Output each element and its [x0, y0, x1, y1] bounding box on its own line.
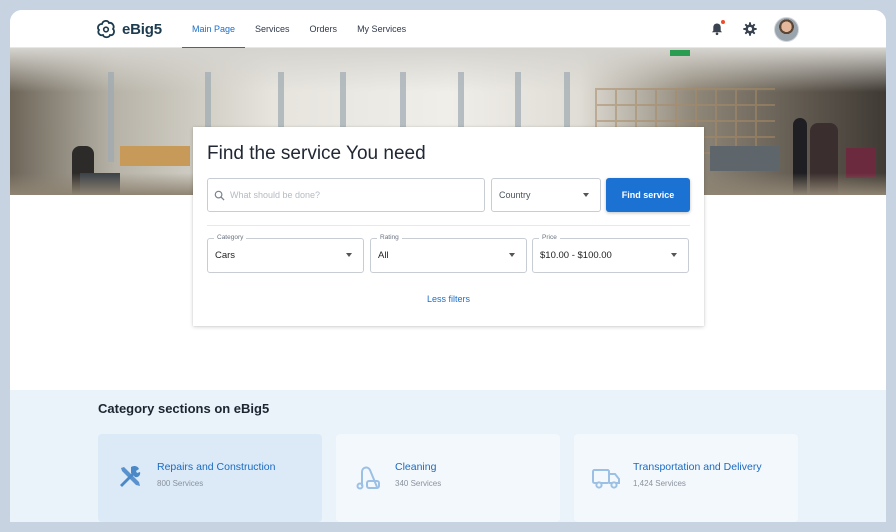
category-count: 1,424 Services [633, 479, 686, 488]
category-count: 340 Services [395, 479, 442, 488]
category-card-repairs[interactable]: Repairs and Construction 800 Services [98, 434, 322, 522]
price-label: Price [539, 233, 560, 243]
hero-desk [120, 146, 190, 166]
search-title: Find the service You need [207, 143, 426, 164]
hero-ceiling [10, 48, 886, 92]
category-heading: Category sections on eBig5 [98, 401, 270, 416]
category-label: Category [214, 233, 247, 243]
vacuum-icon [356, 466, 380, 490]
rating-label: Rating [377, 233, 402, 243]
category-value: Cars [215, 250, 236, 261]
nav-services[interactable]: Services [245, 10, 300, 48]
category-count: 800 Services [157, 479, 204, 488]
search-input[interactable] [230, 190, 470, 200]
hero-exit-sign [670, 50, 690, 56]
category-select[interactable]: Category Cars [207, 233, 364, 273]
rating-value: All [378, 250, 389, 261]
price-value: $10.00 - $100.00 [540, 250, 612, 261]
tools-icon [120, 465, 141, 487]
category-name: Transportation and Delivery [633, 461, 762, 473]
hero-desk [710, 146, 780, 171]
notification-dot [721, 20, 725, 24]
price-select[interactable]: Price $10.00 - $100.00 [532, 233, 689, 273]
category-card-cleaning[interactable]: Cleaning 340 Services [336, 434, 560, 522]
gear-icon[interactable] [742, 21, 758, 37]
category-card-transportation[interactable]: Transportation and Delivery 1,424 Servic… [574, 434, 798, 522]
divider [207, 225, 690, 226]
chevron-down-icon [671, 253, 677, 257]
search-icon [214, 190, 225, 201]
search-card: Find the service You need Country Find s… [193, 127, 704, 326]
country-select[interactable]: Country [491, 178, 601, 212]
hero-pillar [108, 72, 114, 162]
find-service-button[interactable]: Find service [606, 178, 690, 212]
nav-orders[interactable]: Orders [300, 10, 348, 48]
app-window: eBig5 Main Page Services Orders My Servi… [10, 10, 886, 522]
truck-icon [592, 469, 620, 489]
top-bar: eBig5 Main Page Services Orders My Servi… [10, 10, 886, 49]
country-label: Country [499, 190, 531, 200]
chevron-down-icon [346, 253, 352, 257]
logo[interactable]: eBig5 [95, 18, 162, 40]
nav-my-services[interactable]: My Services [347, 10, 416, 48]
logo-icon [97, 19, 115, 39]
avatar[interactable] [774, 17, 799, 42]
category-name: Cleaning [395, 461, 437, 473]
category-section: Category sections on eBig5 Repairs and C… [10, 390, 886, 522]
chevron-down-icon [583, 193, 589, 197]
category-name: Repairs and Construction [157, 461, 276, 473]
nav-main-page[interactable]: Main Page [182, 10, 246, 49]
search-box[interactable] [207, 178, 485, 212]
main-nav: Main Page Services Orders My Services [182, 10, 416, 49]
less-filters-link[interactable]: Less filters [193, 294, 704, 304]
logo-text: eBig5 [122, 20, 162, 38]
rating-select[interactable]: Rating All [370, 233, 527, 273]
chevron-down-icon [509, 253, 515, 257]
